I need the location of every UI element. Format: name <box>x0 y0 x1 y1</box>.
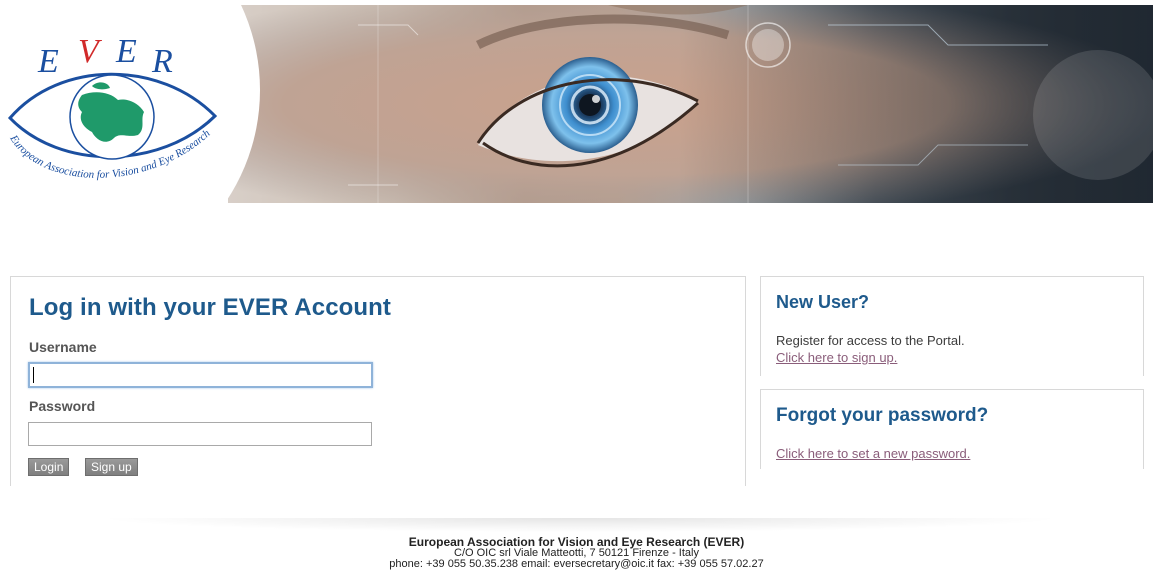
password-input[interactable] <box>28 422 372 446</box>
page: E V E R European Association for Vision … <box>0 0 1153 584</box>
forgot-password-title: Forgot your password? <box>776 405 989 426</box>
svg-text:V: V <box>78 33 103 70</box>
forgot-password-panel: Forgot your password? Click here to set … <box>760 389 1144 469</box>
new-user-panel: New User? Register for access to the Por… <box>760 276 1144 376</box>
signup-link[interactable]: Click here to sign up. <box>776 350 897 365</box>
svg-text:R: R <box>151 43 173 80</box>
username-input[interactable] <box>28 362 373 388</box>
eye-photo <box>228 5 1153 203</box>
new-user-text: Register for access to the Portal. <box>776 333 965 348</box>
footer-divider <box>100 518 1060 532</box>
new-user-title: New User? <box>776 292 870 312</box>
reset-password-link[interactable]: Click here to set a new password. <box>776 446 970 461</box>
username-label: Username <box>29 339 97 355</box>
svg-text:E: E <box>37 43 59 80</box>
footer-contact: phone: +39 055 50.35.238 email: eversecr… <box>389 558 764 570</box>
login-panel: Log in with your EVER Account Username P… <box>10 276 746 486</box>
header-banner: E V E R European Association for Vision … <box>0 0 1153 205</box>
login-button[interactable]: Login <box>28 458 70 476</box>
password-label: Password <box>29 398 96 414</box>
svg-text:E: E <box>115 33 137 70</box>
ever-logo: E V E R European Association for Vision … <box>0 20 230 200</box>
login-title: Log in with your EVER Account <box>29 294 392 321</box>
text-caret <box>33 367 34 383</box>
footer: European Association for Vision and Eye … <box>0 536 1153 570</box>
signup-button[interactable]: Sign up <box>85 458 138 476</box>
